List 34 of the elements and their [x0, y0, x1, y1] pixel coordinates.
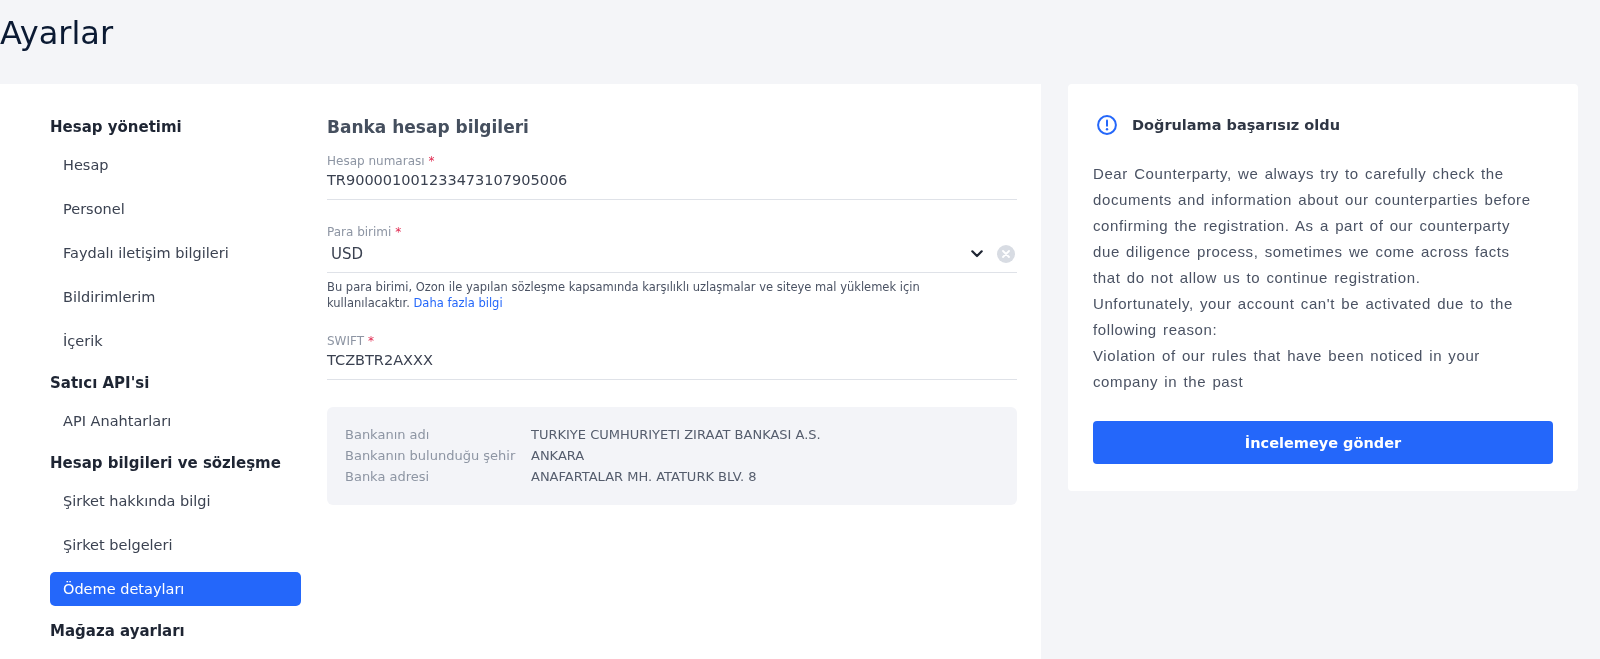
- section-title: Banka hesap bilgileri: [327, 116, 529, 139]
- info-label: Banka adresi: [345, 468, 430, 486]
- chevron-down-icon: [971, 250, 983, 258]
- sidebar-item[interactable]: Şirket hakkında bilgi: [50, 484, 301, 518]
- sidebar-heading: Hesap yönetimi: [50, 117, 182, 138]
- sidebar-item[interactable]: Bildirimlerim: [50, 280, 301, 314]
- sidebar-item[interactable]: Şirket belgeleri: [50, 528, 301, 562]
- sidebar-heading: Mağaza ayarları: [50, 621, 185, 642]
- select-field[interactable]: Para birimi * USD: [327, 224, 1017, 273]
- info-label: Bankanın bulunduğu şehir: [345, 447, 516, 465]
- sidebar-item[interactable]: İçerik: [50, 324, 301, 358]
- sidebar-item[interactable]: Personel: [50, 192, 301, 226]
- page-title: Ayarlar: [0, 13, 114, 54]
- input-field[interactable]: Hesap numarası * TR900001001233473107905006: [327, 153, 1017, 200]
- info-value: ANAFARTALAR MH. ATATURK BLV. 8: [531, 468, 757, 486]
- sidebar-item[interactable]: Hesap: [50, 148, 301, 182]
- sidebar-item[interactable]: API Anahtarları: [50, 404, 301, 438]
- info-value: TURKIYE CUMHURIYETI ZIRAAT BANKASI A.S.: [531, 426, 821, 444]
- sidebar-item[interactable]: Faydalı iletişim bilgileri: [50, 236, 301, 270]
- notice-text: Dear Counterparty, we always try to carefully check the documents and information about our counterparties before confirming the registration. As a part of our counterparty due diligence process, sometimes we come across facts that do not allow us to continue registration.: [1093, 164, 1532, 288]
- notice-text: Unfortunately, your account can't be activated due to the following reason:: [1093, 294, 1514, 340]
- clear-icon[interactable]: [997, 245, 1015, 263]
- input-field[interactable]: SWIFT * TCZBTR2AXXX: [327, 333, 1017, 380]
- exclamation-circle-icon: [1097, 115, 1117, 135]
- sidebar-heading: Hesap bilgileri ve sözleşme: [50, 453, 281, 474]
- sidebar-item[interactable]: Ödeme detayları: [50, 572, 301, 606]
- notice-title: Doğrulama başarısız oldu: [1132, 116, 1340, 135]
- notice-text: Violation of our rules that have been noticed in your company in the past: [1093, 346, 1481, 392]
- info-value: ANKARA: [531, 447, 585, 465]
- more-info-link[interactable]: Daha fazla bilgi: [413, 296, 503, 310]
- sidebar-heading: Satıcı API'si: [50, 373, 150, 394]
- info-label: Bankanın adı: [345, 426, 430, 444]
- submit-button[interactable]: İncelemeye gönder: [1093, 421, 1553, 464]
- help-text: Bu para birimi, Ozon ile yapılan sözleşme kapsamında karşılıklı uzlaşmalar ve siteye mal yüklemek için kullanılacaktır. Daha fazla bilgi: [327, 279, 921, 311]
